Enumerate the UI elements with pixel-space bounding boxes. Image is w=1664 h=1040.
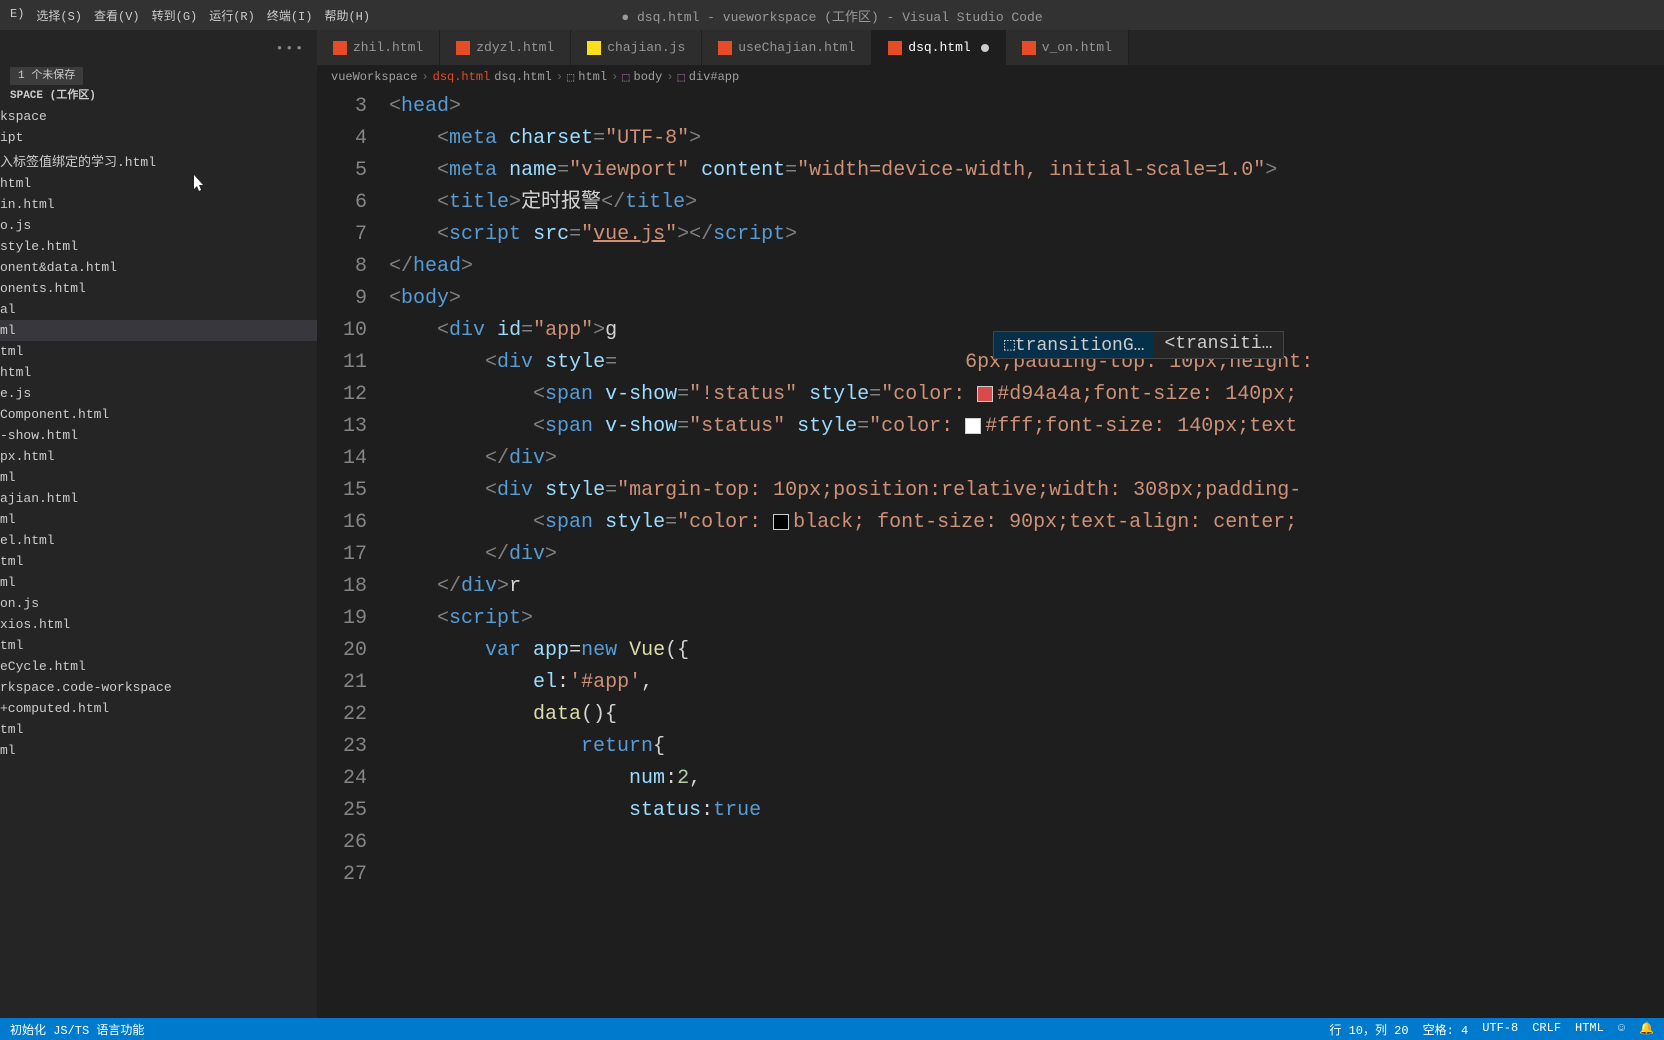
minimap[interactable]: [1604, 89, 1664, 1018]
status-lang[interactable]: HTML: [1575, 1021, 1604, 1038]
file-item[interactable]: rkspace.code-workspace: [0, 677, 317, 698]
brace-icon: ⬚: [678, 70, 685, 85]
file-item[interactable]: ajian.html: [0, 488, 317, 509]
file-item[interactable]: o.js: [0, 215, 317, 236]
brace-icon: ⬚: [567, 70, 574, 85]
crumb-html[interactable]: html: [578, 70, 607, 84]
suggest-item-2[interactable]: <transiti…: [1154, 332, 1282, 358]
file-item[interactable]: ipt: [0, 127, 317, 148]
sidebar: ••• 1 个未保存 SPACE (工作区) kspace ipt入标签值绑定的…: [0, 30, 317, 1018]
file-item[interactable]: -show.html: [0, 425, 317, 446]
file-item[interactable]: Component.html: [0, 404, 317, 425]
tab-chajian.js[interactable]: chajian.js: [571, 30, 702, 65]
file-item[interactable]: +computed.html: [0, 698, 317, 719]
menu-select[interactable]: 选择(S): [36, 7, 82, 24]
file-icon: [587, 41, 601, 55]
file-item[interactable]: 入标签值绑定的学习.html: [0, 148, 317, 173]
crumb-file[interactable]: dsq.html: [433, 70, 491, 84]
file-explorer: ipt入标签值绑定的学习.htmlhtmlin.htmlo.jsstyle.ht…: [0, 127, 317, 1018]
file-icon: [888, 41, 902, 55]
file-item[interactable]: tml: [0, 341, 317, 362]
tab-dsq.html[interactable]: dsq.html: [872, 30, 1005, 65]
file-item[interactable]: ml: [0, 509, 317, 530]
file-item[interactable]: tml: [0, 551, 317, 572]
file-item[interactable]: onents.html: [0, 278, 317, 299]
file-item[interactable]: onent&data.html: [0, 257, 317, 278]
tab-zhil.html[interactable]: zhil.html: [317, 30, 440, 65]
menu-view[interactable]: 查看(V): [94, 7, 140, 24]
menubar: E) 选择(S) 查看(V) 转到(G) 运行(R) 终端(I) 帮助(H): [0, 7, 380, 24]
code-lines[interactable]: <head> <meta charset="UTF-8"> <meta name…: [389, 89, 1664, 1018]
file-icon: [333, 41, 347, 55]
file-icon: [718, 41, 732, 55]
file-item[interactable]: px.html: [0, 446, 317, 467]
menu-edit[interactable]: E): [10, 7, 24, 24]
more-icon[interactable]: •••: [276, 41, 305, 56]
crumb-file-label[interactable]: dsq.html: [494, 70, 552, 84]
menu-help[interactable]: 帮助(H): [324, 7, 370, 24]
tab-zdyzl.html[interactable]: zdyzl.html: [440, 30, 571, 65]
file-item[interactable]: xios.html: [0, 614, 317, 635]
file-item[interactable]: ml: [0, 740, 317, 761]
brace-icon: ⬚: [622, 70, 629, 85]
file-item[interactable]: tml: [0, 719, 317, 740]
file-icon: [456, 41, 470, 55]
dirty-indicator: [981, 44, 989, 52]
window-title: ● dsq.html - vueworkspace (工作区) - Visual…: [621, 6, 1042, 25]
menu-goto[interactable]: 转到(G): [152, 7, 198, 24]
editor-tabs: zhil.htmlzdyzl.htmlchajian.jsuseChajian.…: [317, 30, 1664, 65]
menu-run[interactable]: 运行(R): [209, 7, 255, 24]
workspace-sub[interactable]: kspace: [0, 106, 317, 127]
suggest-item-1[interactable]: ⬚transitionG…: [994, 332, 1154, 358]
menu-terminal[interactable]: 终端(I): [267, 7, 313, 24]
line-numbers: 3456789101112131415161718192021222324252…: [317, 89, 389, 1018]
file-item[interactable]: html: [0, 173, 317, 194]
status-encoding[interactable]: UTF-8: [1482, 1021, 1518, 1038]
feedback-icon[interactable]: ☺: [1618, 1021, 1625, 1038]
file-item[interactable]: on.js: [0, 593, 317, 614]
file-item[interactable]: el.html: [0, 530, 317, 551]
workspace-label[interactable]: SPACE (工作区): [0, 82, 317, 106]
file-item[interactable]: ml: [0, 572, 317, 593]
file-item[interactable]: eCycle.html: [0, 656, 317, 677]
file-item[interactable]: html: [0, 362, 317, 383]
file-icon: [1022, 41, 1036, 55]
tab-v_on.html[interactable]: v_on.html: [1006, 30, 1129, 65]
notification-icon[interactable]: 🔔: [1639, 1021, 1654, 1038]
file-item[interactable]: in.html: [0, 194, 317, 215]
status-init[interactable]: 初始化 JS/TS 语言功能: [10, 1021, 144, 1038]
statusbar: 初始化 JS/TS 语言功能 行 10，列 20 空格: 4 UTF-8 CRL…: [0, 1018, 1664, 1040]
crumb-body[interactable]: body: [634, 70, 663, 84]
file-item[interactable]: tml: [0, 635, 317, 656]
file-item[interactable]: ml: [0, 320, 317, 341]
code-area[interactable]: 3456789101112131415161718192021222324252…: [317, 89, 1664, 1018]
crumb-workspace[interactable]: vueWorkspace: [331, 70, 417, 84]
file-item[interactable]: style.html: [0, 236, 317, 257]
crumb-div[interactable]: div#app: [689, 70, 739, 84]
tab-useChajian.html[interactable]: useChajian.html: [702, 30, 872, 65]
breadcrumb[interactable]: vueWorkspace› dsq.htmldsq.html› ⬚html› ⬚…: [317, 65, 1664, 89]
titlebar: E) 选择(S) 查看(V) 转到(G) 运行(R) 终端(I) 帮助(H) ●…: [0, 0, 1664, 30]
autocomplete-popup[interactable]: ⬚transitionG… <transiti…: [993, 331, 1284, 359]
file-item[interactable]: ml: [0, 467, 317, 488]
status-cursor[interactable]: 行 10，列 20: [1329, 1021, 1408, 1038]
editor: zhil.htmlzdyzl.htmlchajian.jsuseChajian.…: [317, 30, 1664, 1018]
mouse-cursor: [194, 175, 206, 193]
status-eol[interactable]: CRLF: [1532, 1021, 1561, 1038]
status-indent[interactable]: 空格: 4: [1423, 1021, 1469, 1038]
file-item[interactable]: e.js: [0, 383, 317, 404]
file-item[interactable]: al: [0, 299, 317, 320]
